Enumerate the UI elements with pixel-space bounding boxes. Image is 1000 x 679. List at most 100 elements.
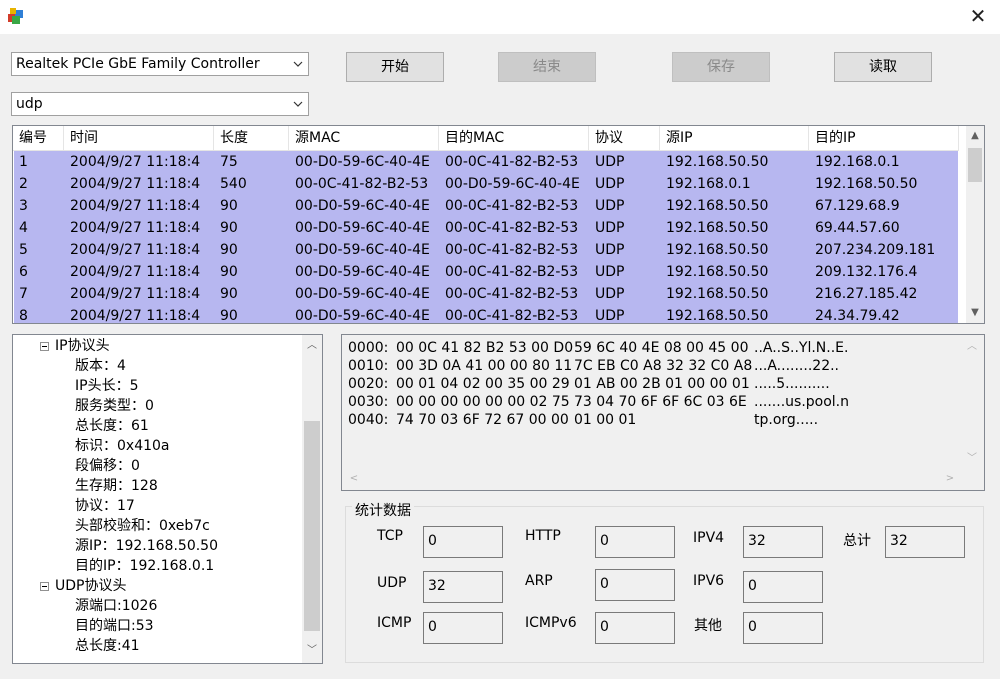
filter-select[interactable]: udp <box>11 92 309 116</box>
tree-node-field[interactable]: 目的IP：192.168.0.1 <box>75 556 214 576</box>
column-header[interactable]: 目的IP <box>809 126 959 150</box>
ipv6-count-field[interactable]: 0 <box>743 571 823 603</box>
table-cell: 207.234.209.181 <box>815 242 936 258</box>
ipv4-count-field[interactable]: 32 <box>743 526 823 558</box>
tree-node-field[interactable]: 源IP：192.168.50.50 <box>75 536 218 556</box>
scroll-right-icon[interactable]: > <box>942 471 958 487</box>
table-cell: 192.168.50.50 <box>666 286 769 302</box>
table-row[interactable]: 6 2004/9/27 11:18:4 90 00-D0-59-6C-40-4E 00-… <box>14 261 958 283</box>
table-cell: 69.44.57.60 <box>815 220 900 236</box>
table-cell: 192.168.50.50 <box>666 308 769 324</box>
scroll-up-icon[interactable]: ︿ <box>964 339 980 355</box>
table-row[interactable]: 1 2004/9/27 11:18:4 75 00-D0-59-6C-40-4E 00-… <box>14 151 958 173</box>
tree-node-udp-header[interactable]: UDP协议头 <box>55 576 126 596</box>
table-cell: 2004/9/27 11:18:4 <box>70 308 201 324</box>
tree-node-field[interactable]: 服务类型：0 <box>75 396 154 416</box>
column-header[interactable]: 源IP <box>660 126 809 150</box>
http-count-field[interactable]: 0 <box>595 526 675 558</box>
total-count-field[interactable]: 32 <box>885 526 965 558</box>
ipv6-label: IPV6 <box>693 573 725 589</box>
read-button[interactable]: 读取 <box>834 52 932 82</box>
tree-node-field[interactable]: 协议：17 <box>75 496 135 516</box>
table-row[interactable]: 3 2004/9/27 11:18:4 90 00-D0-59-6C-40-4E 00-… <box>14 195 958 217</box>
table-cell: UDP <box>595 286 625 302</box>
table-cell: 90 <box>220 264 238 280</box>
table-cell: 192.168.0.1 <box>666 176 751 192</box>
start-button[interactable]: 开始 <box>346 52 444 82</box>
hex-offset: 0020: <box>348 376 389 392</box>
stop-button[interactable]: 结束 <box>498 52 596 82</box>
scroll-left-icon[interactable]: < <box>346 471 362 487</box>
hex-ascii: ..A..S..Yl.N..E. <box>754 340 849 356</box>
table-cell: UDP <box>595 154 625 170</box>
column-header[interactable]: 长度 <box>214 126 289 150</box>
tree-node-ip-header[interactable]: IP协议头 <box>55 336 110 356</box>
table-cell: 00-D0-59-6C-40-4E <box>445 176 580 192</box>
ipv4-label: IPV4 <box>693 530 725 546</box>
tree-node-field[interactable]: 头部校验和：0xeb7c <box>75 516 210 536</box>
table-row[interactable]: 5 2004/9/27 11:18:4 90 00-D0-59-6C-40-4E 00-… <box>14 239 958 261</box>
icmpv6-count-field[interactable]: 0 <box>595 612 675 644</box>
scroll-down-icon[interactable]: ▼ <box>967 305 983 321</box>
column-header[interactable]: 时间 <box>64 126 214 150</box>
protocol-tree[interactable]: IP协议头 版本：4 IP头长：5 服务类型：0 总长度：61 标识：0x410a 段偏移… <box>12 334 323 664</box>
other-count-field[interactable]: 0 <box>743 612 823 644</box>
table-cell: UDP <box>595 242 625 258</box>
column-header[interactable]: 源MAC <box>289 126 439 150</box>
collapse-icon[interactable] <box>40 582 49 591</box>
scroll-down-icon[interactable]: ﹀ <box>964 451 980 467</box>
table-cell: 209.132.176.4 <box>815 264 918 280</box>
hex-hex1: 00 01 04 02 00 35 00 29 <box>396 376 570 392</box>
scroll-down-icon[interactable]: ﹀ <box>304 643 320 659</box>
table-cell: 4 <box>19 220 28 236</box>
table-cell: 00-0C-41-82-B2-53 <box>445 286 579 302</box>
tree-node-field[interactable]: 总长度：61 <box>75 416 149 436</box>
scroll-up-icon[interactable]: ︿ <box>304 338 320 354</box>
tree-node-field[interactable]: 源端口:1026 <box>75 596 157 616</box>
column-header[interactable]: 目的MAC <box>439 126 589 150</box>
table-cell: 192.168.50.50 <box>666 264 769 280</box>
table-cell: 00-D0-59-6C-40-4E <box>295 198 430 214</box>
tree-scrollbar[interactable]: ︿ ﹀ <box>302 335 322 663</box>
column-header[interactable]: 编号 <box>13 126 64 150</box>
table-cell: 2004/9/27 11:18:4 <box>70 220 201 236</box>
tree-node-field[interactable]: 段偏移：0 <box>75 456 140 476</box>
table-cell: 3 <box>19 198 28 214</box>
table-row[interactable]: 7 2004/9/27 11:18:4 90 00-D0-59-6C-40-4E 00-… <box>14 283 958 305</box>
tree-node-field[interactable]: 标识：0x410a <box>75 436 170 456</box>
hex-hex1: 74 70 03 6F 72 67 00 00 <box>396 412 569 428</box>
hex-offset: 0040: <box>348 412 389 428</box>
column-header[interactable]: 协议 <box>589 126 660 150</box>
tree-node-field[interactable]: IP头长：5 <box>75 376 138 396</box>
hex-dump-panel[interactable]: 0000: 00 0C 41 82 B2 53 00 D0 59 6C 40 4E … <box>341 334 985 491</box>
table-cell: 2004/9/27 11:18:4 <box>70 242 201 258</box>
table-cell: 24.34.79.42 <box>815 308 900 324</box>
adapter-select[interactable]: Realtek PCIe GbE Family Controller <box>11 52 309 76</box>
arp-count-field[interactable]: 0 <box>595 569 675 601</box>
table-cell: 2004/9/27 11:18:4 <box>70 286 201 302</box>
packet-table[interactable]: 编号 时间 长度 源MAC 目的MAC 协议 源IP 目的IP 1 2004/9/… <box>12 125 985 324</box>
save-button[interactable]: 保存 <box>672 52 770 82</box>
table-row[interactable]: 8 2004/9/27 11:18:4 90 00-D0-59-6C-40-4E 00-… <box>14 305 958 324</box>
icmp-count-field[interactable]: 0 <box>423 612 503 644</box>
table-row[interactable]: 4 2004/9/27 11:18:4 90 00-D0-59-6C-40-4E 00-… <box>14 217 958 239</box>
table-cell: 540 <box>220 176 247 192</box>
udp-count-field[interactable]: 32 <box>423 571 503 603</box>
table-row[interactable]: 2 2004/9/27 11:18:4 540 00-0C-41-82-B2-53 00… <box>14 173 958 195</box>
tree-node-field[interactable]: 总长度:41 <box>75 636 140 656</box>
scroll-up-icon[interactable]: ▲ <box>967 128 983 144</box>
table-cell: 90 <box>220 308 238 324</box>
tcp-count-field[interactable]: 0 <box>423 526 503 558</box>
icmpv6-label: ICMPv6 <box>525 615 577 631</box>
scrollbar-thumb[interactable] <box>968 148 982 182</box>
hex-offset: 0010: <box>348 358 389 374</box>
collapse-icon[interactable] <box>40 342 49 351</box>
tree-node-field[interactable]: 版本：4 <box>75 356 126 376</box>
table-cell: 2004/9/27 11:18:4 <box>70 176 201 192</box>
hex-ascii: .......us.pool.n <box>754 394 849 410</box>
tree-node-field[interactable]: 生存期：128 <box>75 476 158 496</box>
scrollbar-thumb[interactable] <box>304 421 320 631</box>
close-icon[interactable]: ✕ <box>966 4 990 28</box>
tree-node-field[interactable]: 目的端口:53 <box>75 616 154 636</box>
table-scrollbar[interactable]: ▲ ▼ <box>966 126 984 323</box>
